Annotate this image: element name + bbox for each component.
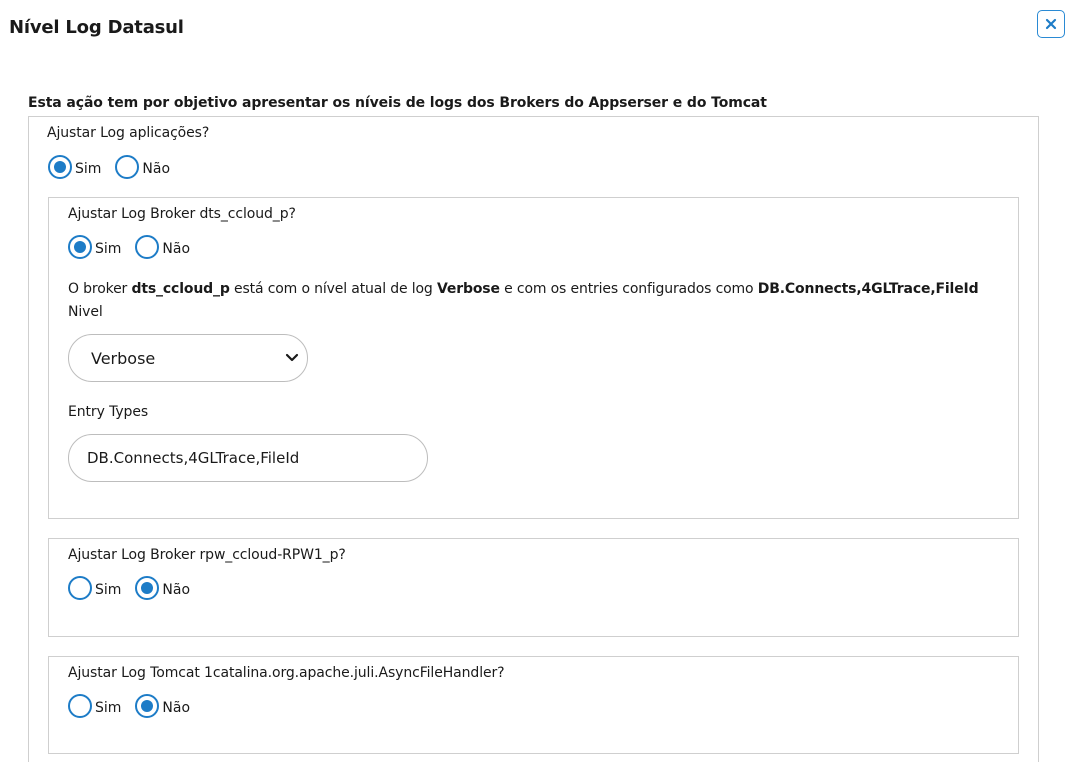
broker1-section: Ajustar Log Broker dts_ccloud_p? Sim Não… [48,197,1019,519]
close-button[interactable] [1037,10,1065,38]
tomcat-radio-group: Sim Não [68,694,204,718]
radio-unchecked[interactable] [115,155,140,179]
entry-types-input[interactable] [68,434,428,482]
tomcat-option-nao[interactable]: Não [135,694,190,718]
tomcat-question-label: Ajustar Log Tomcat 1catalina.org.apache.… [68,665,505,681]
main-question-option-sim[interactable]: Sim [48,155,101,179]
broker1-option-sim[interactable]: Sim [68,235,121,259]
radio-label: Sim [95,241,122,257]
info-entries: DB.Connects,4GLTrace,FileId [757,281,979,297]
radio-label: Não [162,700,191,716]
main-question-radio-group: Sim Não [48,155,184,179]
radio-label: Não [162,582,191,598]
chevron-down-icon [285,353,299,362]
radio-checked[interactable] [135,576,160,600]
main-question-option-nao[interactable]: Não [115,155,170,179]
broker1-question-label: Ajustar Log Broker dts_ccloud_p? [68,206,296,222]
level-select[interactable]: Verbose [68,334,308,382]
dialog: Nível Log Datasul Esta ação tem por obje… [0,0,1069,762]
broker2-option-sim[interactable]: Sim [68,576,121,600]
broker1-radio-group: Sim Não [68,235,204,259]
broker2-radio-group: Sim Não [68,576,204,600]
broker1-info-text: O broker dts_ccloud_p está com o nível a… [68,281,979,297]
radio-checked[interactable] [135,694,160,718]
radio-label: Não [162,241,191,257]
radio-unchecked[interactable] [135,235,160,259]
entry-types-label: Entry Types [68,404,149,420]
radio-checked[interactable] [68,235,92,259]
applications-section: Ajustar Log aplicações? Sim Não Ajustar … [28,116,1039,762]
info-mid: está com o nível atual de log [229,281,437,297]
level-select-value: Verbose [91,348,156,368]
radio-unchecked[interactable] [68,694,92,718]
main-question-label: Ajustar Log aplicações? [47,125,210,141]
dialog-title: Nível Log Datasul [9,17,184,38]
broker2-option-nao[interactable]: Não [135,576,190,600]
info-mid2: e com os entries configurados como [499,281,758,297]
broker2-section: Ajustar Log Broker rpw_ccloud-RPW1_p? Si… [48,538,1019,637]
info-level: Verbose [436,281,500,297]
tomcat-option-sim[interactable]: Sim [68,694,121,718]
radio-label: Sim [75,161,102,177]
description-text: Esta ação tem por objetivo apresentar os… [28,95,767,111]
broker1-option-nao[interactable]: Não [135,235,190,259]
info-prefix: O broker [68,281,132,297]
radio-label: Não [142,161,171,177]
close-icon [1045,18,1057,30]
tomcat-section: Ajustar Log Tomcat 1catalina.org.apache.… [48,656,1019,754]
level-label: Nivel [68,304,103,320]
broker2-question-label: Ajustar Log Broker rpw_ccloud-RPW1_p? [68,547,346,563]
radio-label: Sim [95,700,122,716]
radio-checked[interactable] [48,155,72,179]
info-broker-name: dts_ccloud_p [131,281,230,297]
radio-unchecked[interactable] [68,576,92,600]
radio-label: Sim [95,582,122,598]
